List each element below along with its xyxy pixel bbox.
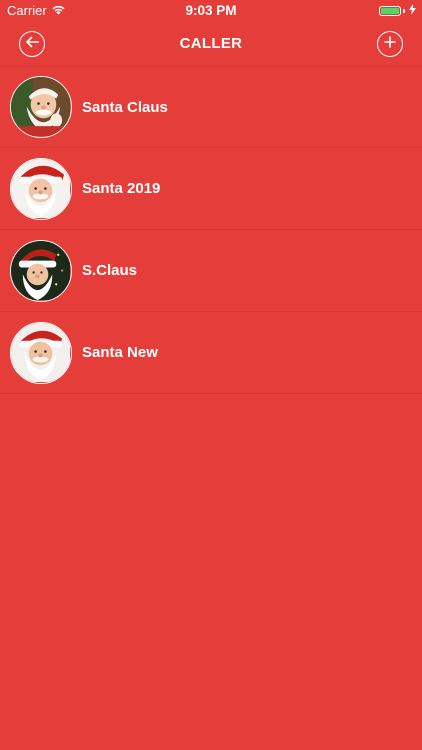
caller-list: Santa Claus Santa 2019 S.Claus Santa New <box>0 67 422 394</box>
santa-avatar-image <box>11 77 70 136</box>
plus-icon <box>384 35 396 53</box>
caller-screen: Carrier 9:03 PM CALLER Santa Claus Santa… <box>0 0 422 750</box>
caller-name: S.Claus <box>82 262 138 279</box>
caller-row[interactable]: Santa 2019 <box>0 148 422 230</box>
caller-row[interactable]: S.Claus <box>0 230 422 312</box>
avatar <box>10 321 72 384</box>
avatar <box>10 239 72 302</box>
avatar <box>10 157 72 220</box>
caller-row[interactable]: Santa Claus <box>0 67 422 148</box>
battery-icon <box>379 6 401 16</box>
status-bar: Carrier 9:03 PM <box>0 0 422 22</box>
add-caller-button[interactable] <box>377 31 403 57</box>
santa-avatar-image <box>11 322 70 382</box>
avatar <box>10 76 72 138</box>
page-title: CALLER <box>179 35 243 52</box>
santa-avatar-image <box>11 240 70 300</box>
caller-name: Santa New <box>82 344 158 361</box>
clock: 9:03 PM <box>185 3 237 18</box>
battery-indicator <box>379 4 416 18</box>
caller-name: Santa Claus <box>82 98 168 116</box>
santa-avatar-image <box>11 158 70 218</box>
charging-bolt-icon <box>409 4 416 18</box>
caller-name: Santa 2019 <box>82 180 161 197</box>
caller-row[interactable]: Santa New <box>0 312 422 394</box>
navigation-bar: CALLER <box>0 22 422 67</box>
